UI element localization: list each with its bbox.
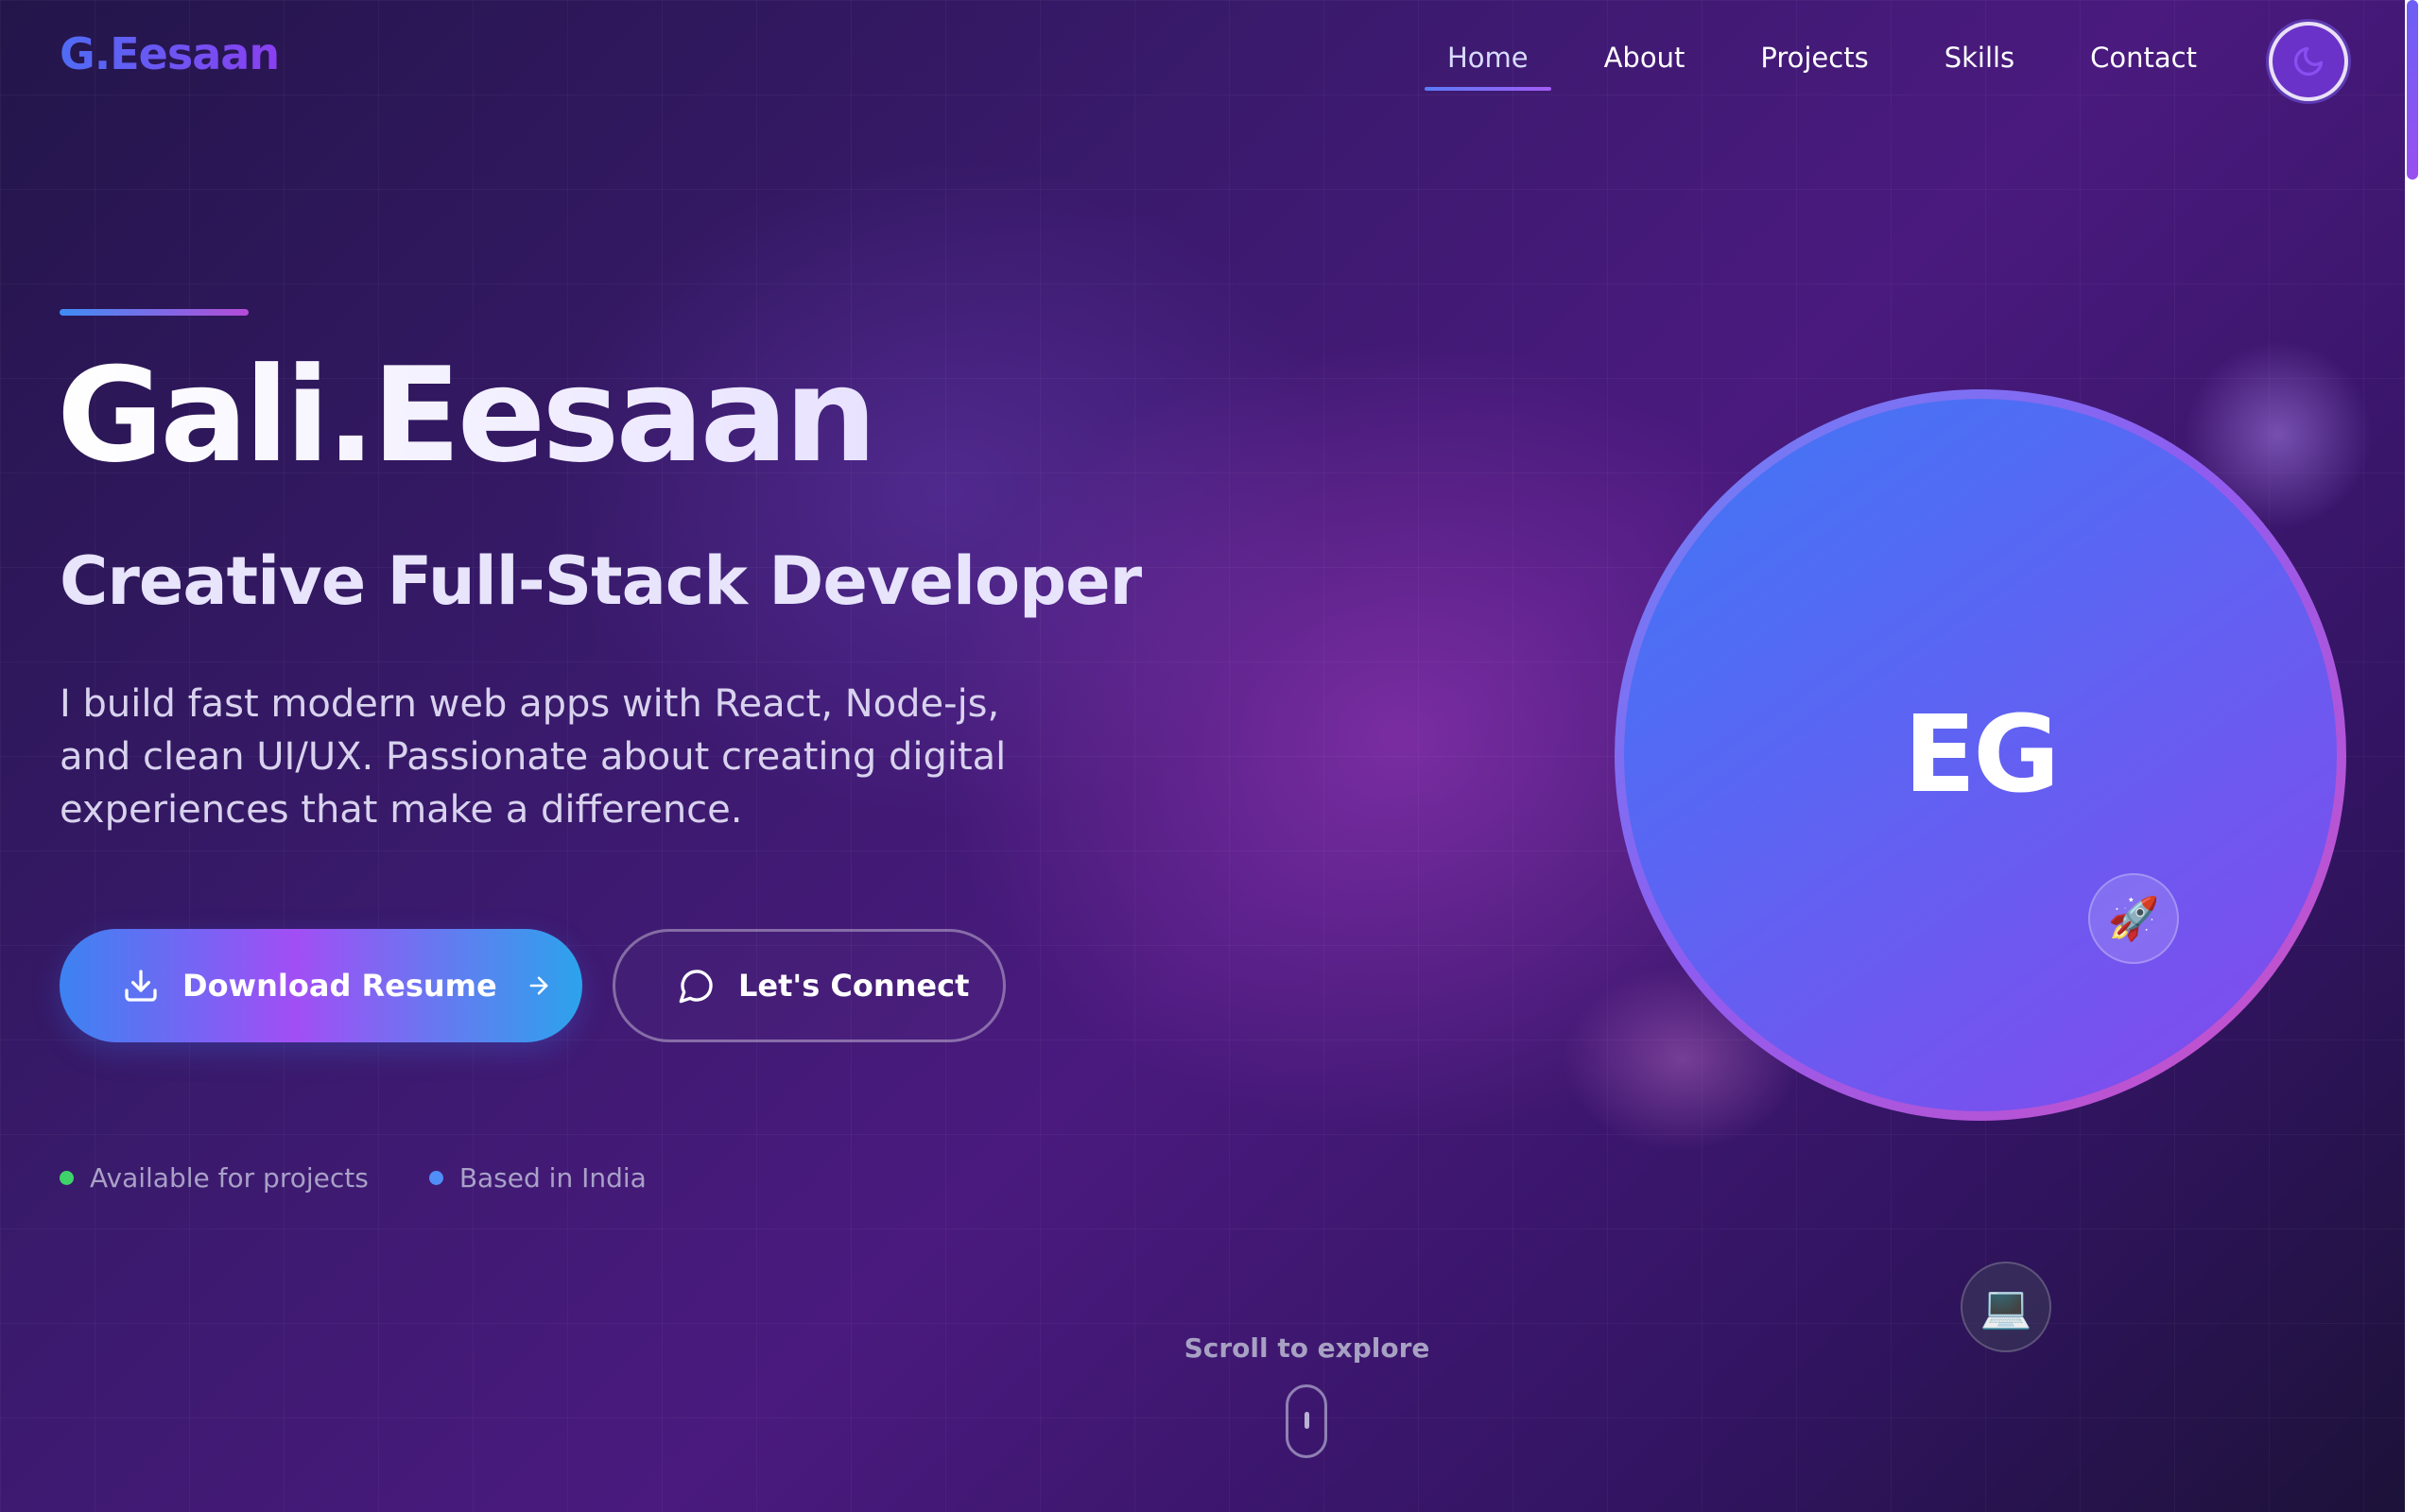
download-icon bbox=[122, 967, 160, 1005]
lets-connect-label: Let's Connect bbox=[738, 968, 970, 1004]
hero-description: I build fast modern web apps with React,… bbox=[60, 682, 1007, 832]
theme-toggle-button[interactable] bbox=[2269, 22, 2348, 101]
moon-icon bbox=[2293, 46, 2324, 77]
scrollbar-track[interactable] bbox=[2405, 0, 2420, 1512]
navbar: G.Eesaan Home About Projects Skills Cont… bbox=[0, 0, 2405, 119]
avatar: EG bbox=[1618, 393, 2342, 1117]
chat-bubble-icon bbox=[678, 967, 716, 1005]
arrow-right-icon bbox=[526, 972, 552, 999]
nav-about[interactable]: About bbox=[1582, 38, 1708, 91]
main-nav: Home About Projects Skills Contact bbox=[1394, 38, 2220, 91]
accent-bar bbox=[60, 309, 249, 316]
status-dot-blue bbox=[428, 1171, 443, 1185]
hero-name: Gali.Eesaan bbox=[57, 339, 877, 491]
status-available: Available for projects bbox=[60, 1162, 369, 1194]
status-available-label: Available for projects bbox=[90, 1162, 369, 1194]
hero-role: Creative Full-Stack Developer bbox=[60, 542, 1142, 620]
lets-connect-button[interactable]: Let's Connect bbox=[613, 929, 1006, 1042]
laptop-icon: 💻 bbox=[1961, 1262, 2051, 1352]
status-row: Available for projects Based in India bbox=[60, 1162, 707, 1194]
scroll-hint-label: Scroll to explore bbox=[1184, 1332, 1430, 1364]
nav-home[interactable]: Home bbox=[1424, 38, 1551, 91]
status-location: Based in India bbox=[428, 1162, 647, 1194]
rocket-icon: 🚀 bbox=[2088, 873, 2179, 964]
download-resume-label: Download Resume bbox=[182, 968, 497, 1004]
nav-projects[interactable]: Projects bbox=[1737, 38, 1891, 91]
scroll-mouse-icon[interactable] bbox=[1286, 1384, 1327, 1458]
avatar-initials: EG bbox=[1903, 694, 2060, 816]
download-resume-button[interactable]: Download Resume bbox=[60, 929, 582, 1042]
status-dot-green bbox=[60, 1171, 74, 1185]
status-location-label: Based in India bbox=[458, 1162, 647, 1194]
nav-skills[interactable]: Skills bbox=[1922, 38, 2037, 91]
scroll-wheel-indicator bbox=[1305, 1412, 1309, 1429]
nav-contact[interactable]: Contact bbox=[2067, 38, 2220, 91]
scrollbar-thumb[interactable] bbox=[2407, 0, 2418, 180]
site-logo[interactable]: G.Eesaan bbox=[60, 28, 280, 79]
